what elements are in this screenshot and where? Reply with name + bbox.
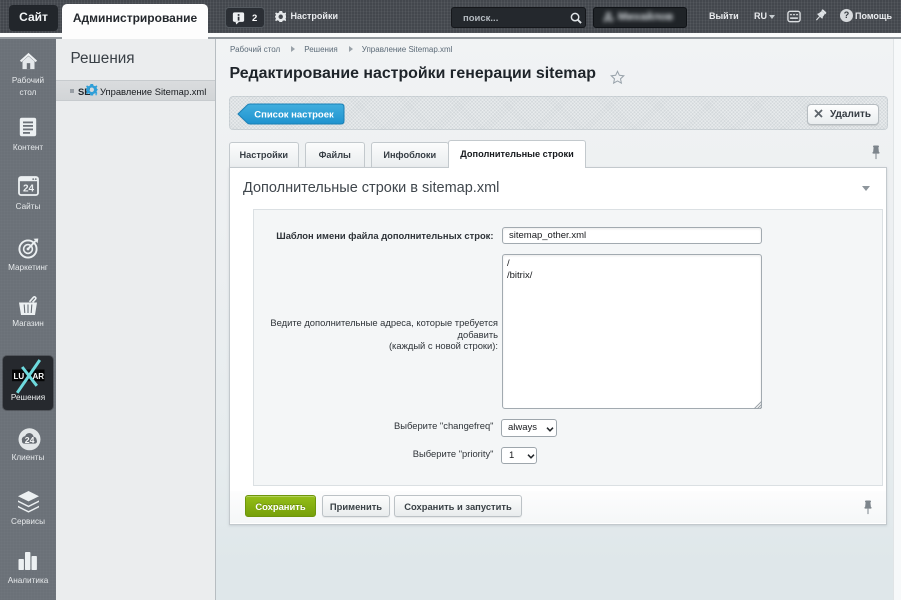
svg-text:24: 24 bbox=[24, 434, 34, 444]
svg-text:LU: LU bbox=[14, 372, 25, 381]
svg-text:24: 24 bbox=[23, 184, 35, 195]
svg-text:Список настроек: Список настроек bbox=[254, 110, 334, 121]
svg-text:AR: AR bbox=[33, 372, 45, 381]
